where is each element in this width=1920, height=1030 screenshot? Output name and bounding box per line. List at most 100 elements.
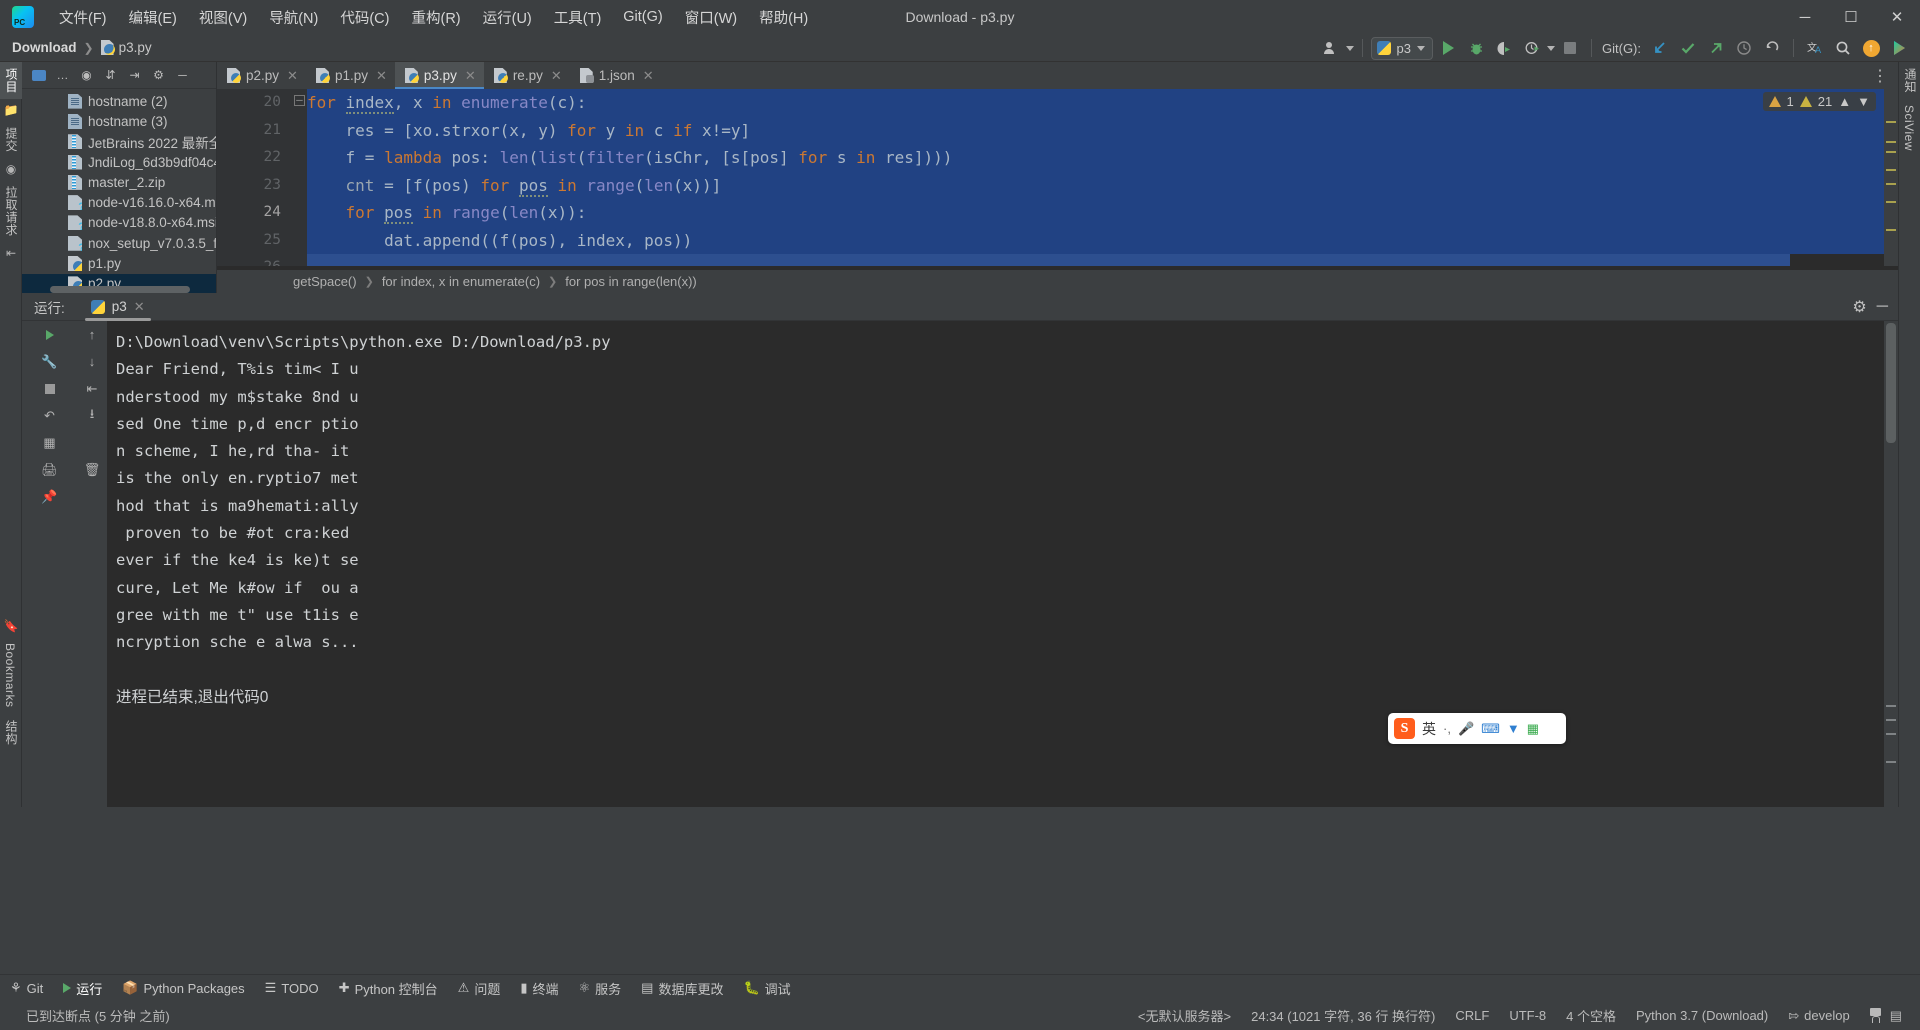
select-opened-file-icon[interactable] [28, 65, 49, 86]
sogou-ime-toolbar[interactable]: 英 ·, 🎤 ⌨ ▼ ▦ [1388, 713, 1566, 744]
breadcrumb-loop-1[interactable]: for index, x in enumerate(c) [382, 274, 540, 289]
bottom-item-run[interactable]: 运行 [53, 975, 112, 1002]
minimize-icon[interactable]: ─ [1782, 0, 1828, 34]
code-editor[interactable]: 20 21 22 23 24 25 26 ─ for index, x in e… [217, 89, 1898, 266]
profile-icon[interactable] [1519, 36, 1545, 60]
tab-repy[interactable]: re.py ✕ [483, 62, 570, 89]
update-badge-icon[interactable]: ↑ [1858, 36, 1884, 60]
sidebar-item-bookmarks[interactable]: Bookmarks [0, 637, 20, 714]
bottom-item-problems[interactable]: ⚠ 问题 [448, 975, 511, 1002]
stop-icon[interactable] [1557, 36, 1583, 60]
error-stripe-mark[interactable] [1886, 121, 1896, 123]
close-icon[interactable]: ✕ [376, 68, 387, 84]
error-stripe-mark[interactable] [1886, 201, 1896, 203]
gear-icon[interactable]: ⚙ [148, 65, 169, 86]
status-caret-position[interactable]: 24:34 (1021 字符, 36 行 换行符) [1241, 1006, 1445, 1025]
bottom-item-database-changes[interactable]: ▤ 数据库更改 [631, 975, 733, 1002]
print-icon[interactable]: 🖨 [22, 456, 77, 483]
tab-p2py[interactable]: p2.py ✕ [217, 62, 306, 89]
git-rollback-icon[interactable] [1759, 36, 1785, 60]
bookmark-icon[interactable]: 🔖 [0, 615, 22, 637]
sidebar-item-commit[interactable]: 提交 [0, 121, 23, 158]
breadcrumb-method[interactable]: getSpace() [293, 274, 357, 289]
sidebar-item-notifications[interactable]: 通知 [1899, 62, 1920, 99]
wrench-icon[interactable]: 🔧 [22, 348, 77, 375]
expand-all-icon[interactable]: ⇵ [100, 65, 121, 86]
maximize-icon[interactable]: ☐ [1828, 0, 1874, 34]
sidebar-item-pullrequest[interactable]: 拉取请求 [0, 180, 23, 242]
git-update-icon[interactable] [1647, 36, 1673, 60]
tree-item-nox[interactable]: nox_setup_v7.0.3.5_ful [22, 233, 216, 253]
error-stripe-mark[interactable] [1886, 169, 1896, 171]
more-icon[interactable]: … [52, 65, 73, 86]
menu-item-file[interactable]: 文件(F) [48, 4, 118, 31]
sidebar-item-sciview[interactable]: SciView [1899, 99, 1919, 157]
hide-icon[interactable]: ─ [172, 65, 193, 86]
run-icon[interactable] [1435, 36, 1461, 60]
tab-p1py[interactable]: p1.py ✕ [305, 62, 395, 89]
more-options-icon[interactable]: ⋮ [1872, 66, 1890, 86]
hide-icon[interactable]: ─ [1877, 298, 1888, 316]
sidebar-item-project[interactable]: 项目 [0, 62, 23, 99]
locate-icon[interactable]: ◉ [76, 65, 97, 86]
status-interpreter[interactable]: Python 3.7 (Download) [1626, 1008, 1778, 1023]
ide-play-icon[interactable] [1886, 36, 1912, 60]
menu-item-view[interactable]: 视图(V) [188, 4, 258, 31]
tree-item-p1py[interactable]: p1.py [22, 253, 216, 273]
inspection-widget[interactable]: 1 21 ▲ ▼ [1762, 92, 1876, 111]
fold-gutter[interactable]: ─ [293, 89, 307, 266]
breadcrumb-file[interactable]: p3.py [119, 40, 152, 55]
rerun-icon[interactable] [22, 321, 77, 348]
user-chevron-down-icon[interactable] [1345, 45, 1354, 51]
chevron-down-icon[interactable]: ▼ [1857, 94, 1870, 109]
git-commit-icon[interactable] [1675, 36, 1701, 60]
coverage-icon[interactable] [1491, 36, 1517, 60]
error-stripe-mark[interactable] [1886, 151, 1896, 153]
run-tab-p3[interactable]: p3 ✕ [83, 293, 153, 321]
menu-item-window[interactable]: 窗口(W) [674, 4, 748, 31]
close-icon[interactable]: ✕ [1874, 0, 1920, 34]
menu-item-help[interactable]: 帮助(H) [748, 4, 819, 31]
bottom-item-python-packages[interactable]: 📦 Python Packages [112, 975, 254, 1002]
console-scrollbar-thumb[interactable] [1886, 323, 1896, 443]
status-indent[interactable]: 4 个空格 [1556, 1006, 1626, 1025]
gear-icon[interactable]: ⚙ [1852, 297, 1866, 317]
app-grid-icon[interactable]: ▦ [1527, 721, 1539, 737]
breadcrumb-loop-2[interactable]: for pos in range(len(x)) [565, 274, 697, 289]
bottom-item-terminal[interactable]: ▮ 终端 [510, 975, 568, 1002]
arrow-down-icon[interactable]: ↓ [77, 348, 107, 375]
console-scrollbar[interactable] [1884, 321, 1898, 807]
tree-item-node18[interactable]: node-v18.8.0-x64.msi [22, 213, 216, 233]
microphone-icon[interactable]: 🎤 [1458, 721, 1474, 737]
error-stripe-mark[interactable] [1886, 183, 1896, 185]
breadcrumb-project[interactable]: Download [12, 40, 77, 55]
pin-icon[interactable]: 📌 [22, 483, 77, 510]
chevron-up-icon[interactable]: ▲ [1838, 94, 1851, 109]
status-branch[interactable]: ⇰ develop [1778, 1008, 1859, 1024]
bottom-item-todo[interactable]: ☰ TODO [255, 975, 329, 1002]
close-icon[interactable]: ✕ [134, 299, 145, 315]
run-configuration-selector[interactable]: p3 [1370, 36, 1433, 60]
bottom-item-git[interactable]: ⚘ Git [0, 975, 53, 1002]
tree-item-hostname3[interactable]: hostname (3) [22, 111, 216, 131]
git-push-icon[interactable] [1703, 36, 1729, 60]
commit-icon[interactable]: ◉ [0, 158, 22, 180]
console-output[interactable]: D:\Download\venv\Scripts\python.exe D:/D… [107, 321, 1884, 807]
close-icon[interactable]: ✕ [287, 68, 298, 84]
search-icon[interactable] [1830, 36, 1856, 60]
bottom-item-python-console[interactable]: ✚ Python 控制台 [329, 975, 448, 1002]
bottom-item-debug[interactable]: 🐛 调试 [733, 975, 800, 1002]
sogou-logo-icon[interactable] [1394, 718, 1415, 739]
error-stripe-mark[interactable] [1886, 229, 1896, 231]
close-icon[interactable]: ✕ [643, 68, 654, 84]
keyboard-icon[interactable]: ⌨ [1481, 721, 1500, 737]
menu-item-tools[interactable]: 工具(T) [543, 4, 613, 31]
tree-item-jndilog[interactable]: JndiLog_6d3b9df04c4 [22, 152, 216, 172]
sidebar-item-structure[interactable]: 结构 [0, 714, 23, 751]
tree-item-hostname2[interactable]: hostname (2) [22, 91, 216, 111]
funnel-icon[interactable]: ▼ [1507, 721, 1520, 736]
menu-item-git[interactable]: Git(G) [612, 6, 673, 28]
menu-item-run[interactable]: 运行(U) [472, 4, 543, 31]
grid-icon[interactable]: ▦ [22, 429, 77, 456]
profile-chevron-down-icon[interactable] [1547, 45, 1555, 51]
